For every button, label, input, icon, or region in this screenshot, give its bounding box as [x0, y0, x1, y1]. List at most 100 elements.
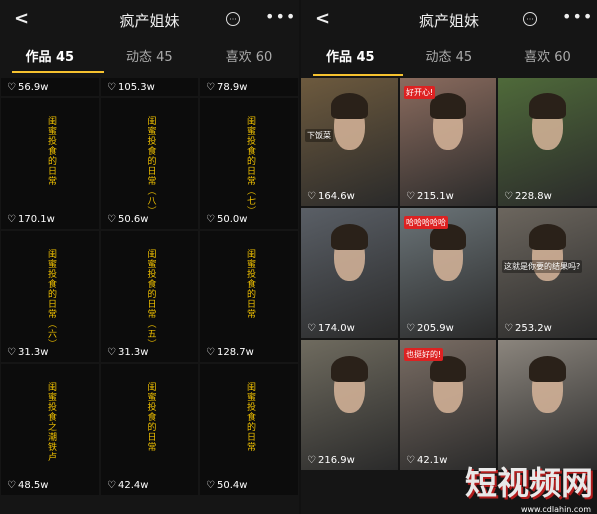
like-value: 50.0w [216, 214, 248, 225]
video-tile[interactable]: 闺蜜投食的日常（八） ♡ 50.6w [101, 98, 198, 229]
video-tile[interactable]: 闺蜜投食的日常（七） ♡ 50.0w [200, 98, 298, 229]
video-tile[interactable]: 闺蜜投食的日常 ♡ 128.7w [200, 231, 298, 362]
more-icon[interactable]: ••• [562, 7, 593, 26]
like-value: 174.0w [317, 323, 355, 334]
video-tile[interactable]: 也挺好的! ♡ 42.1w [400, 340, 496, 470]
video-tile[interactable]: 闺蜜投食的日常 ♡ 50.4w [200, 364, 298, 495]
top-bar: < 疯产姐妹 ··· ••• [0, 0, 299, 40]
heart-icon: ♡ [7, 82, 16, 93]
hair-shape [331, 355, 368, 382]
video-cover-text: 闺蜜投食的日常（七） [244, 116, 255, 216]
heart-icon: ♡ [307, 191, 316, 202]
heart-icon: ♡ [206, 82, 215, 93]
heart-icon: ♡ [504, 323, 513, 334]
video-cover-text: 闺蜜投食的日常（六） [45, 249, 56, 349]
like-count: ♡ 105.3w [107, 82, 155, 93]
video-cover-text: 闺蜜投食之潮铁卢 [45, 382, 56, 462]
heart-icon: ♡ [206, 347, 215, 358]
heart-icon: ♡ [7, 480, 16, 491]
like-count: ♡ 205.9w [406, 323, 454, 334]
tab-works[interactable]: 作品 45 [301, 46, 400, 65]
like-count: ♡ 253.2w [504, 323, 552, 334]
like-value: 215.1w [416, 191, 454, 202]
video-cover-text: 闺蜜投食的日常 [145, 382, 156, 452]
like-count: ♡ 228.8w [504, 191, 552, 202]
active-tab-underline [313, 74, 403, 76]
like-count: ♡ 174.0w [307, 323, 355, 334]
page-title: 疯产姐妹 [418, 12, 479, 30]
heart-icon: ♡ [406, 323, 415, 334]
like-count: ♡ 50.0w [206, 214, 247, 225]
hair-shape [528, 355, 567, 382]
tab-likes[interactable]: 喜欢 60 [498, 46, 597, 65]
like-count: ♡ 216.9w [307, 455, 355, 466]
top-bar: < 疯产姐妹 ··· ••• [301, 0, 597, 40]
heart-icon: ♡ [107, 480, 116, 491]
hair-shape [528, 223, 567, 250]
like-value: 31.3w [117, 347, 149, 358]
video-cover-text: 闺蜜投食的日常 [244, 249, 255, 319]
tab-works[interactable]: 作品 45 [0, 46, 100, 65]
like-count: ♡ 50.4w [206, 480, 247, 491]
video-caption: 这就是你要的结果吗? [502, 260, 583, 273]
video-tile[interactable]: ♡ 216.9w [301, 340, 398, 470]
page-title: 疯产姐妹 [119, 12, 180, 30]
video-tile[interactable]: ♡ 56.9w [1, 78, 99, 96]
tab-activity[interactable]: 动态 45 [400, 46, 499, 65]
like-count: ♡ 48.5w [7, 480, 48, 491]
heart-icon: ♡ [504, 191, 513, 202]
video-tile[interactable]: 这就是你要的结果吗? ♡ 253.2w [498, 208, 597, 338]
like-count: ♡ 170.1w [7, 214, 55, 225]
video-cover-text: 闺蜜投食的日常（八） [145, 116, 156, 216]
video-tile[interactable]: 闺蜜投食的日常（六） ♡ 31.3w [1, 231, 99, 362]
like-value: 42.4w [117, 480, 149, 491]
video-tile[interactable]: 下饭菜 ♡ 164.6w [301, 78, 398, 206]
tab-likes[interactable]: 喜欢 60 [199, 46, 299, 65]
like-count: ♡ 50.6w [107, 214, 148, 225]
video-tile[interactable]: ♡ 228.8w [498, 78, 597, 206]
video-cover-text: 闺蜜投食的日常 [45, 116, 56, 186]
tab-bar: 作品 45 动态 45 喜欢 60 [301, 46, 597, 76]
video-cover-text: 闺蜜投食的日常（五） [145, 249, 156, 349]
hair-shape [528, 93, 567, 119]
watermark: 短视频网 [464, 464, 593, 502]
video-tile[interactable]: ♡ 105.3w [101, 78, 198, 96]
like-value: 228.8w [514, 191, 552, 202]
tab-activity[interactable]: 动态 45 [100, 46, 200, 65]
video-tile[interactable]: 闺蜜投食的日常（五） ♡ 31.3w [101, 231, 198, 362]
video-cover-text: 闺蜜投食的日常 [244, 382, 255, 452]
like-count: ♡ 31.3w [7, 347, 48, 358]
like-count: ♡ 42.1w [406, 455, 447, 466]
video-tile[interactable]: ♡ 78.9w [200, 78, 298, 96]
heart-icon: ♡ [107, 82, 116, 93]
video-caption: 也挺好的! [404, 348, 444, 361]
hair-shape [429, 93, 467, 119]
like-value: 42.1w [416, 455, 448, 466]
like-count: ♡ 31.3w [107, 347, 148, 358]
heart-icon: ♡ [107, 214, 116, 225]
like-count: ♡ 78.9w [206, 82, 247, 93]
heart-icon: ♡ [406, 191, 415, 202]
like-value: 31.3w [17, 347, 49, 358]
video-caption: 哈哈哈哈哈 [404, 216, 448, 229]
video-tile[interactable]: 闺蜜投食之潮铁卢 ♡ 48.5w [1, 364, 99, 495]
active-tab-underline [12, 71, 104, 73]
like-value: 78.9w [216, 82, 248, 93]
like-value: 253.2w [514, 323, 552, 334]
chat-icon[interactable]: ··· [226, 12, 240, 26]
more-icon[interactable]: ••• [265, 7, 296, 26]
video-tile[interactable]: 闺蜜投食的日常 ♡ 42.4w [101, 364, 198, 495]
like-value: 48.5w [17, 480, 49, 491]
video-tile[interactable]: ♡ 174.0w [301, 208, 398, 338]
like-value: 128.7w [216, 347, 254, 358]
like-value: 50.6w [117, 214, 149, 225]
video-tile[interactable]: 好开心! ♡ 215.1w [400, 78, 496, 206]
watermark-url: www.cdlahin.com [520, 505, 591, 514]
heart-icon: ♡ [7, 347, 16, 358]
video-tile[interactable]: 闺蜜投食的日常 ♡ 170.1w [1, 98, 99, 229]
chat-icon[interactable]: ··· [523, 12, 537, 26]
like-count: ♡ 164.6w [307, 191, 355, 202]
video-tile[interactable]: 哈哈哈哈哈 ♡ 205.9w [400, 208, 496, 338]
video-tile[interactable] [498, 340, 597, 470]
like-value: 105.3w [117, 82, 155, 93]
